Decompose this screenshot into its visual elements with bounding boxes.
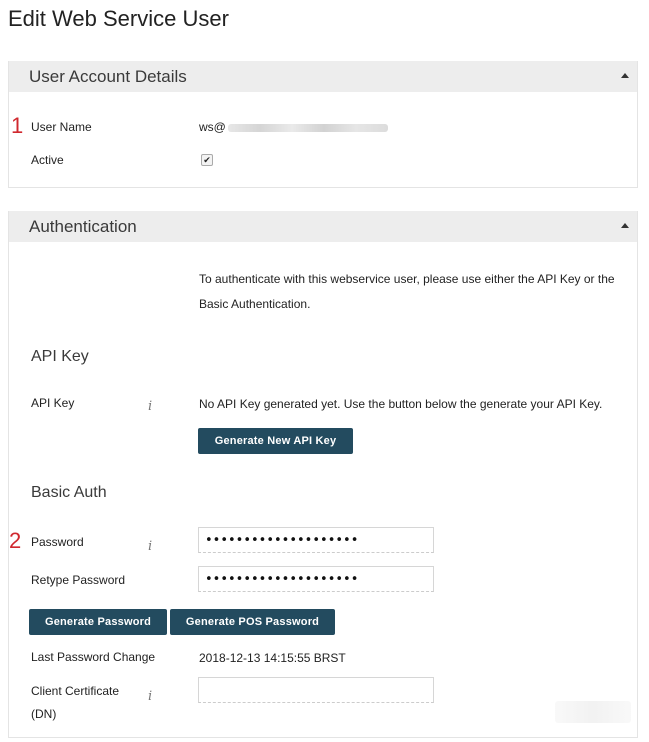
username-visible-text: ws@ xyxy=(199,120,226,134)
auth-intro-line2: Basic Authentication. xyxy=(199,297,311,311)
username-value: ws@ xyxy=(199,120,388,134)
user-account-details-header[interactable]: User Account Details xyxy=(9,61,637,92)
annotation-marker-1: 1 xyxy=(11,113,24,138)
retype-password-input[interactable] xyxy=(198,566,434,592)
last-password-change-value: 2018-12-13 14:15:55 BRST xyxy=(199,651,346,665)
active-checkbox[interactable]: ✔ xyxy=(201,154,213,166)
api-key-label: API Key xyxy=(31,396,75,410)
redacted-username xyxy=(227,123,388,132)
checkmark-icon: ✔ xyxy=(203,155,211,165)
page-title: Edit Web Service User xyxy=(8,6,229,31)
generate-password-button[interactable]: Generate Password xyxy=(29,609,167,635)
client-certificate-label-dn: (DN) xyxy=(31,707,57,721)
api-key-section-title: API Key xyxy=(31,348,89,365)
collapse-chevron-icon[interactable] xyxy=(621,73,629,78)
authentication-panel: Authentication To authenticate with this… xyxy=(8,211,638,738)
password-label: Password xyxy=(31,535,84,549)
api-key-info-icon[interactable]: i xyxy=(148,399,152,414)
client-certificate-label: Client Certificate xyxy=(31,684,120,698)
generate-api-key-button[interactable]: Generate New API Key xyxy=(198,428,353,454)
last-password-change-label: Last Password Change xyxy=(31,650,156,664)
username-label: User Name xyxy=(31,120,92,134)
retype-password-label: Retype Password xyxy=(31,573,126,587)
client-certificate-input[interactable] xyxy=(198,677,434,703)
password-input[interactable] xyxy=(198,527,434,553)
api-key-status: No API Key generated yet. Use the button… xyxy=(199,397,603,411)
blurred-overlay xyxy=(555,701,631,723)
basic-auth-section-title: Basic Auth xyxy=(31,484,107,501)
user-account-details-panel: User Account Details 1 User Name ws@ Act… xyxy=(8,61,638,188)
collapse-chevron-icon[interactable] xyxy=(621,223,629,228)
client-certificate-info-icon[interactable]: i xyxy=(148,689,152,704)
panel-title: Authentication xyxy=(29,217,137,236)
auth-intro-line1: To authenticate with this webservice use… xyxy=(199,272,615,286)
annotation-marker-2: 2 xyxy=(9,528,22,553)
authentication-header[interactable]: Authentication xyxy=(9,211,637,242)
active-label: Active xyxy=(31,153,64,167)
generate-pos-password-button[interactable]: Generate POS Password xyxy=(170,609,335,635)
panel-title: User Account Details xyxy=(29,67,187,86)
password-info-icon[interactable]: i xyxy=(148,539,152,554)
